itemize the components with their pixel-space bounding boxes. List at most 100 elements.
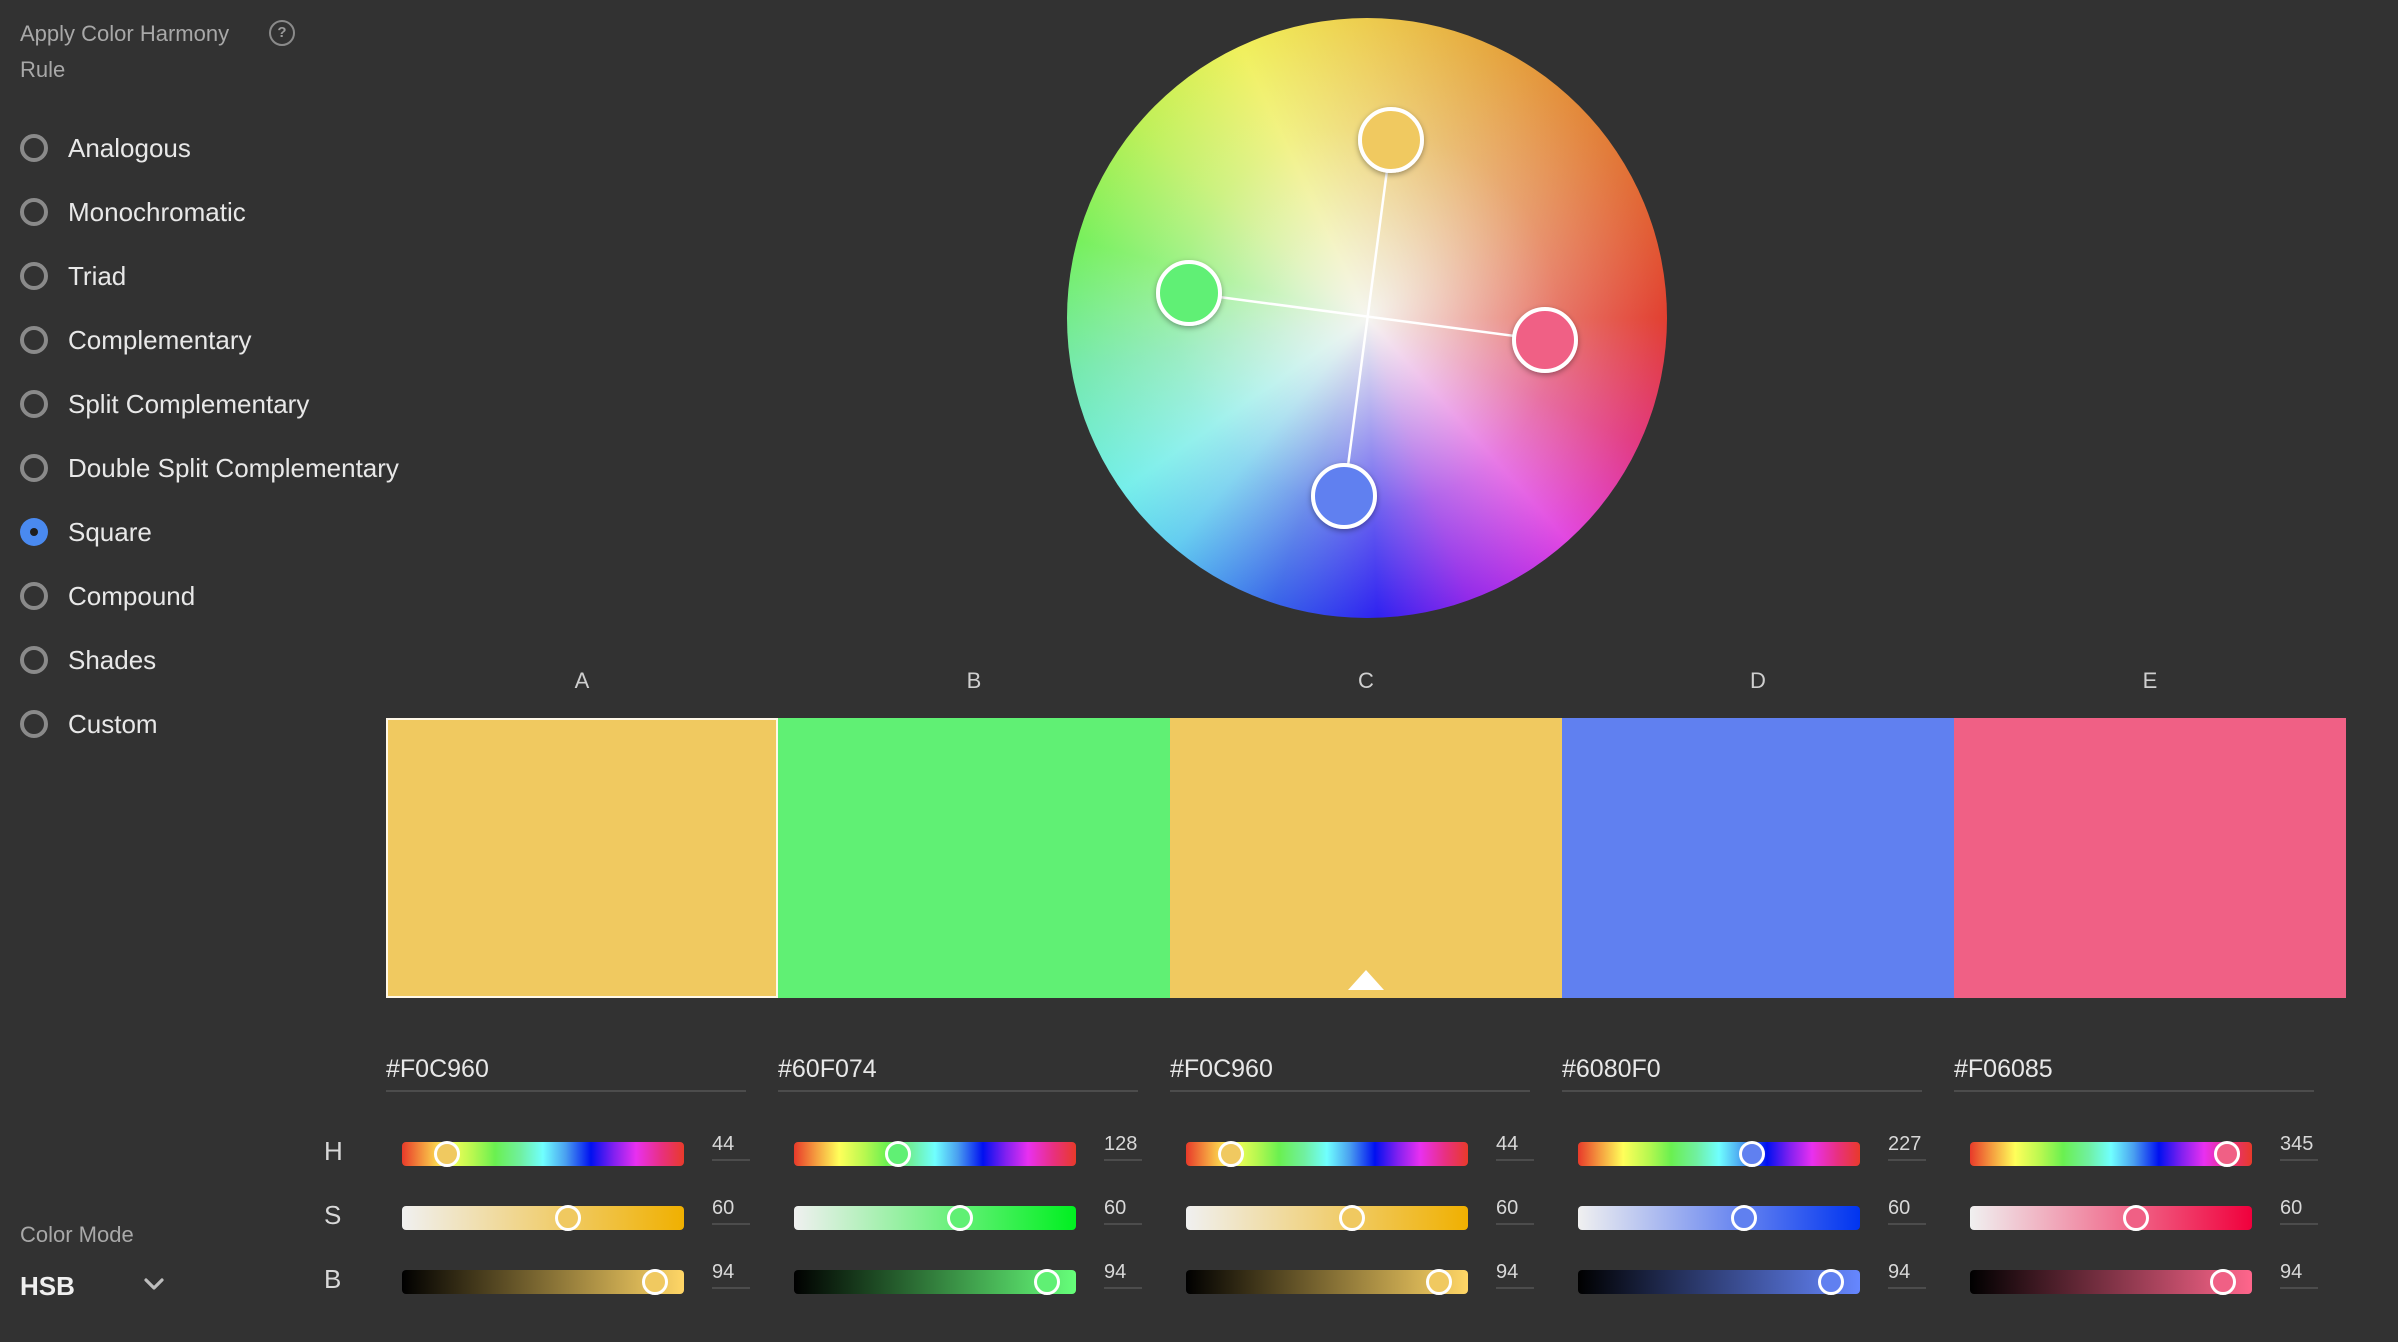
saturation-slider-a[interactable] [402, 1205, 684, 1231]
hue-slider-knob[interactable] [434, 1141, 461, 1167]
chevron-down-icon [144, 1278, 164, 1290]
help-icon[interactable]: ? [269, 20, 295, 46]
brightness-slider-knob[interactable] [1033, 1269, 1060, 1295]
brightness-slider-knob[interactable] [2209, 1269, 2236, 1295]
saturation-value-b[interactable]: 60 [1104, 1197, 1142, 1225]
brightness-slider-b[interactable] [794, 1269, 1076, 1295]
harmony-rule-label: Monochromatic [68, 196, 246, 227]
brightness-label: B [324, 1264, 342, 1294]
brightness-slider-knob[interactable] [1817, 1269, 1844, 1295]
hue-slider-knob[interactable] [2214, 1141, 2241, 1167]
saturation-slider-e[interactable] [1970, 1205, 2252, 1231]
column-letter-c: C [1358, 668, 1374, 693]
hue-slider-a[interactable] [402, 1141, 684, 1167]
hex-input-a[interactable]: #F0C960 [386, 1052, 746, 1092]
hex-input-b[interactable]: #60F074 [778, 1052, 1138, 1092]
hue-slider-knob[interactable] [885, 1141, 912, 1167]
color-mode-dropdown[interactable]: HSB [20, 1266, 165, 1306]
hex-input-c[interactable]: #F0C960 [1170, 1052, 1530, 1092]
harmony-rule-triad[interactable]: Triad [20, 244, 399, 308]
harmony-rule-custom[interactable]: Custom [20, 692, 399, 756]
saturation-slider-b[interactable] [794, 1205, 1076, 1231]
brightness-slider-d[interactable] [1578, 1269, 1860, 1295]
swatch-c[interactable] [1170, 718, 1562, 998]
radio-unchecked[interactable] [20, 646, 48, 674]
hue-slider-knob[interactable] [1739, 1141, 1766, 1167]
harmony-rule-analogous[interactable]: Analogous [20, 116, 399, 180]
column-letter-a: A [574, 668, 590, 693]
brightness-value-a[interactable]: 94 [712, 1261, 750, 1289]
hue-slider-knob[interactable] [1218, 1141, 1245, 1167]
hue-value-a[interactable]: 44 [712, 1133, 750, 1161]
saturation-value-a[interactable]: 60 [712, 1197, 750, 1225]
swatch-e[interactable] [1954, 718, 2346, 998]
radio-unchecked[interactable] [20, 198, 48, 226]
brightness-slider-e[interactable] [1970, 1269, 2252, 1295]
harmony-rule-double-split-complementary[interactable]: Double Split Complementary [20, 436, 399, 500]
harmony-rule-square[interactable]: Square [20, 500, 399, 564]
hue-slider-c[interactable] [1186, 1141, 1468, 1167]
radio-checked[interactable] [20, 518, 48, 546]
hex-input-e[interactable]: #F06085 [1954, 1052, 2314, 1092]
harmony-rule-label: Triad [68, 260, 127, 291]
color-mode-label: Color Mode [20, 1222, 134, 1247]
brightness-slider-a[interactable] [402, 1269, 684, 1295]
brightness-value-b[interactable]: 94 [1104, 1261, 1142, 1289]
harmony-rule-label: Square [68, 516, 152, 547]
saturation-label: S [324, 1200, 342, 1230]
hex-input-d[interactable]: #6080F0 [1562, 1052, 1922, 1092]
brightness-slider-c[interactable] [1186, 1269, 1468, 1295]
saturation-slider-knob[interactable] [2123, 1205, 2150, 1231]
harmony-rule-label: Complementary [68, 324, 252, 355]
swatch-d[interactable] [1562, 718, 1954, 998]
harmony-rule-split-complementary[interactable]: Split Complementary [20, 372, 399, 436]
harmony-rule-monochromatic[interactable]: Monochromatic [20, 180, 399, 244]
hue-value-c[interactable]: 44 [1496, 1133, 1534, 1161]
hue-slider-e[interactable] [1970, 1141, 2252, 1167]
hue-value-b[interactable]: 128 [1104, 1133, 1142, 1161]
saturation-slider-knob[interactable] [947, 1205, 974, 1231]
swatch-b[interactable] [778, 718, 1170, 998]
harmony-rule-label: Shades [68, 644, 157, 675]
harmony-rule-label: Analogous [68, 132, 191, 163]
harmony-rule-label: Split Complementary [68, 388, 310, 419]
harmony-rule-label: Custom [68, 708, 158, 739]
saturation-slider-c[interactable] [1186, 1205, 1468, 1231]
swatch-a[interactable] [386, 718, 778, 998]
radio-unchecked[interactable] [20, 582, 48, 610]
brightness-slider-knob[interactable] [641, 1269, 668, 1295]
brightness-value-d[interactable]: 94 [1888, 1261, 1926, 1289]
saturation-slider-d[interactable] [1578, 1205, 1860, 1231]
color-wheel[interactable] [1067, 18, 1667, 618]
harmony-rule-heading: Apply Color Harmony Rule [20, 21, 230, 82]
harmony-rule-label: Double Split Complementary [68, 452, 399, 483]
radio-unchecked[interactable] [20, 326, 48, 354]
hue-value-d[interactable]: 227 [1888, 1133, 1926, 1161]
radio-unchecked[interactable] [20, 134, 48, 162]
radio-unchecked[interactable] [20, 710, 48, 738]
harmony-rule-complementary[interactable]: Complementary [20, 308, 399, 372]
saturation-slider-knob[interactable] [1731, 1205, 1758, 1231]
saturation-slider-knob[interactable] [555, 1205, 582, 1231]
saturation-value-d[interactable]: 60 [1888, 1197, 1926, 1225]
hue-slider-d[interactable] [1578, 1141, 1860, 1167]
hue-slider-b[interactable] [794, 1141, 1076, 1167]
radio-unchecked[interactable] [20, 390, 48, 418]
radio-unchecked[interactable] [20, 262, 48, 290]
saturation-slider-knob[interactable] [1339, 1205, 1366, 1231]
wheel-handle-base[interactable] [1358, 107, 1424, 173]
radio-unchecked[interactable] [20, 454, 48, 482]
brightness-slider-knob[interactable] [1425, 1269, 1452, 1295]
hue-value-e[interactable]: 345 [2280, 1133, 2318, 1161]
wheel-handle-b[interactable] [1156, 260, 1222, 326]
saturation-value-e[interactable]: 60 [2280, 1197, 2318, 1225]
brightness-value-c[interactable]: 94 [1496, 1261, 1534, 1289]
saturation-value-c[interactable]: 60 [1496, 1197, 1534, 1225]
harmony-rule-shades[interactable]: Shades [20, 628, 399, 692]
wheel-handle-d[interactable] [1311, 463, 1377, 529]
harmony-rule-compound[interactable]: Compound [20, 564, 399, 628]
base-color-marker-icon [1348, 970, 1384, 990]
brightness-value-e[interactable]: 94 [2280, 1261, 2318, 1289]
wheel-handle-e[interactable] [1512, 307, 1578, 373]
column-letter-d: D [1750, 668, 1766, 693]
